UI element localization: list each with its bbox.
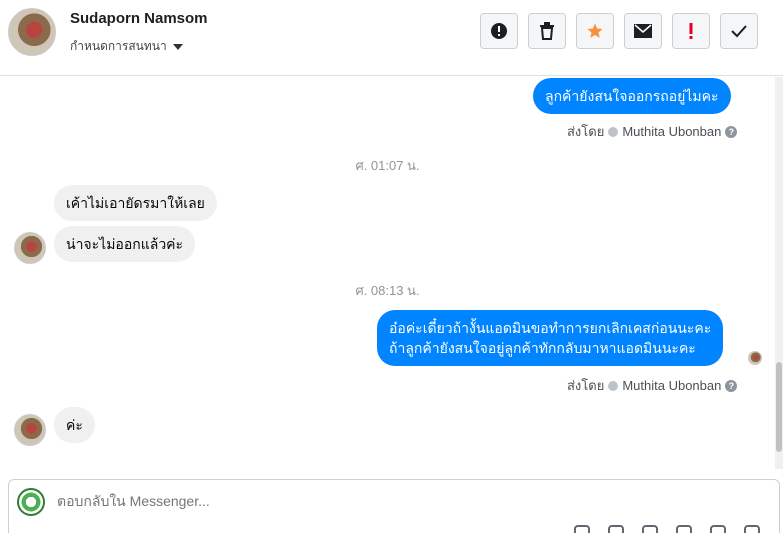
contact-avatar-small[interactable] — [14, 232, 46, 264]
star-button[interactable] — [576, 13, 614, 49]
contact-avatar[interactable] — [8, 8, 56, 56]
agent-status-icon — [608, 380, 619, 391]
sent-by-prefix: ส่งโดย — [567, 124, 605, 139]
emoji-icon[interactable] — [642, 525, 658, 533]
mark-unread-button[interactable] — [624, 13, 662, 49]
contact-name[interactable]: Sudaporn Namsom — [70, 10, 208, 27]
caret-down-icon — [172, 43, 183, 50]
message-outgoing: อ๋อค่ะเดี๋ยวถ้างั้นแอดมินขอทำการยกเลิกเค… — [377, 310, 724, 366]
sent-by-agent[interactable]: Muthita Ubonban — [622, 124, 721, 139]
message-line: ถ้าลูกค้ายังสนใจอยู่ลูกค้าทักกลับมาหาแอด… — [389, 340, 696, 356]
attach-icon[interactable] — [574, 525, 590, 533]
conversation-label-select[interactable]: กำหนดการสนทนา — [70, 37, 183, 56]
exclamation-icon — [689, 23, 693, 39]
conversation-actions — [480, 13, 758, 49]
delete-button[interactable] — [528, 13, 566, 49]
page-logo — [17, 488, 45, 516]
timestamp: ศ. 01:07 น. — [355, 158, 420, 173]
reply-input[interactable] — [57, 493, 657, 509]
trash-icon — [540, 22, 554, 40]
settings-icon[interactable] — [710, 525, 726, 533]
label-select-text: กำหนดการสนทนา — [70, 39, 167, 53]
sent-by-agent[interactable]: Muthita Ubonban — [622, 378, 721, 393]
thread-scrollbar[interactable] — [775, 77, 783, 469]
message-incoming: น่าจะไม่ออกแล้วค่ะ — [54, 226, 196, 262]
follow-up-button[interactable] — [672, 13, 710, 49]
seen-avatar — [748, 351, 762, 365]
conversation-header: Sudaporn Namsom กำหนดการสนทนา — [0, 0, 783, 76]
reply-composer — [8, 479, 780, 533]
star-icon — [587, 23, 603, 38]
sent-by-info: ส่งโดย Muthita Ubonban ? — [567, 375, 738, 396]
help-icon[interactable]: ? — [725, 379, 738, 392]
envelope-icon — [634, 24, 652, 38]
help-icon[interactable]: ? — [725, 125, 738, 138]
mark-spam-button[interactable] — [480, 13, 518, 49]
message-thread: ลูกค้ายังสนใจออกรถอยู่ไมคะ ส่งโดย Muthit… — [0, 77, 775, 469]
sent-by-prefix: ส่งโดย — [567, 378, 605, 393]
message-outgoing: ลูกค้ายังสนใจออกรถอยู่ไมคะ — [533, 78, 731, 114]
composer-toolbar — [574, 525, 760, 533]
like-icon[interactable] — [744, 525, 760, 533]
mark-done-button[interactable] — [720, 13, 758, 49]
check-icon — [731, 25, 747, 38]
sent-by-info: ส่งโดย Muthita Ubonban ? — [567, 121, 738, 142]
scrollbar-thumb[interactable] — [776, 362, 782, 452]
message-incoming: เค้าไม่เอายัดรมาให้เลย — [54, 185, 217, 221]
image-icon[interactable] — [608, 525, 624, 533]
alert-circle-icon — [491, 23, 507, 39]
message-line: อ๋อค่ะเดี๋ยวถ้างั้นแอดมินขอทำการยกเลิกเค… — [389, 320, 712, 336]
message-incoming: ค่ะ — [54, 407, 95, 443]
saved-reply-icon[interactable] — [676, 525, 692, 533]
agent-status-icon — [608, 126, 619, 137]
timestamp: ศ. 08:13 น. — [355, 283, 420, 298]
contact-avatar-small[interactable] — [14, 414, 46, 446]
